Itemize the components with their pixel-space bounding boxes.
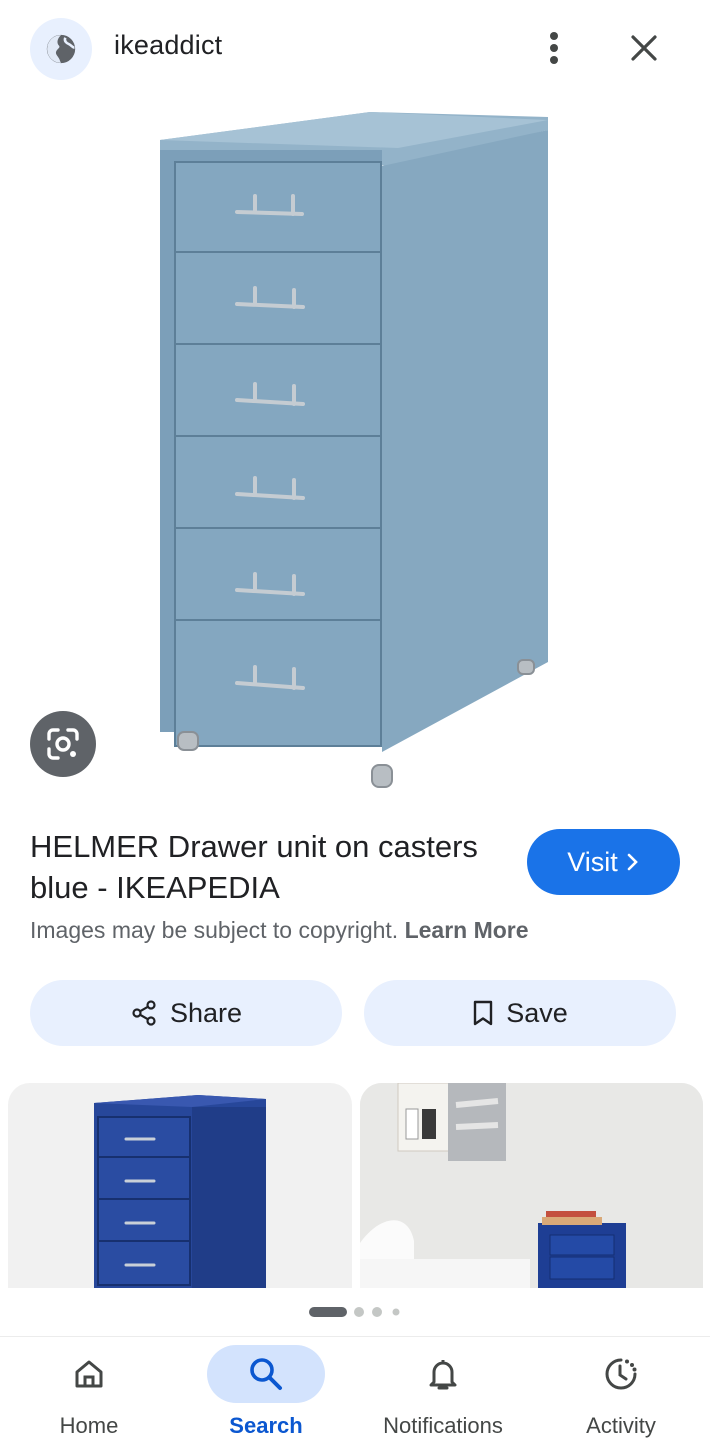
result-title[interactable]: HELMER Drawer unit on casters blue - IKE…	[30, 826, 500, 908]
image-viewer-screen: ikeaddict HELMER Drawer unit on casters …	[0, 0, 710, 1440]
more-vert-icon	[550, 32, 558, 64]
related-drawer-thumbnail	[94, 1095, 266, 1288]
header: ikeaddict	[0, 0, 710, 96]
save-label: Save	[506, 997, 568, 1028]
site-favicon[interactable]	[30, 18, 92, 80]
google-lens-button[interactable]	[30, 711, 96, 777]
pager-dots	[309, 1307, 400, 1317]
chevron-right-icon	[627, 853, 638, 871]
nav-home-label: Home	[59, 1413, 119, 1438]
nav-notifications-icon-box	[384, 1345, 502, 1403]
related-image-2[interactable]	[360, 1083, 703, 1288]
copyright-notice: Images may be subject to copyright. Lear…	[30, 917, 529, 944]
nav-search[interactable]: Search	[181, 1337, 351, 1440]
main-image[interactable]	[0, 96, 710, 808]
pager-indicator	[0, 1304, 710, 1320]
nav-notifications-label: Notifications	[383, 1413, 503, 1438]
learn-more-link[interactable]: Learn More	[405, 917, 529, 943]
share-label: Share	[169, 997, 243, 1028]
nav-activity[interactable]: Activity	[536, 1337, 706, 1440]
nav-home[interactable]: Home	[4, 1337, 174, 1440]
more-options-button[interactable]	[536, 26, 572, 70]
visit-label: Visit	[567, 846, 618, 877]
share-button[interactable]: Share	[30, 980, 342, 1046]
nav-notifications[interactable]: Notifications	[358, 1337, 528, 1440]
nav-search-icon-box	[207, 1345, 325, 1403]
nav-home-icon-box	[30, 1345, 148, 1403]
nav-activity-label: Activity	[586, 1413, 656, 1438]
globe-icon	[46, 34, 76, 64]
drawer-unit-image	[160, 112, 548, 788]
related-room-thumbnail	[360, 1083, 703, 1288]
bottom-navigation: Home Search Notifications Activity	[0, 1336, 710, 1440]
share-icon	[132, 1000, 156, 1026]
search-icon	[250, 1358, 282, 1390]
close-icon	[631, 35, 657, 61]
home-icon	[75, 1360, 103, 1388]
visit-button[interactable]: Visit	[527, 829, 680, 895]
copyright-text: Images may be subject to copyright.	[30, 917, 399, 943]
site-name[interactable]: ikeaddict	[114, 30, 222, 61]
close-button[interactable]	[622, 26, 666, 70]
google-lens-icon	[47, 728, 79, 760]
save-button[interactable]: Save	[364, 980, 676, 1046]
nav-search-label: Search	[229, 1413, 303, 1438]
activity-icon	[605, 1358, 637, 1390]
nav-activity-icon-box	[562, 1345, 680, 1403]
bookmark-icon	[474, 1000, 493, 1026]
bell-icon	[429, 1360, 457, 1390]
related-image-1[interactable]	[8, 1083, 352, 1288]
